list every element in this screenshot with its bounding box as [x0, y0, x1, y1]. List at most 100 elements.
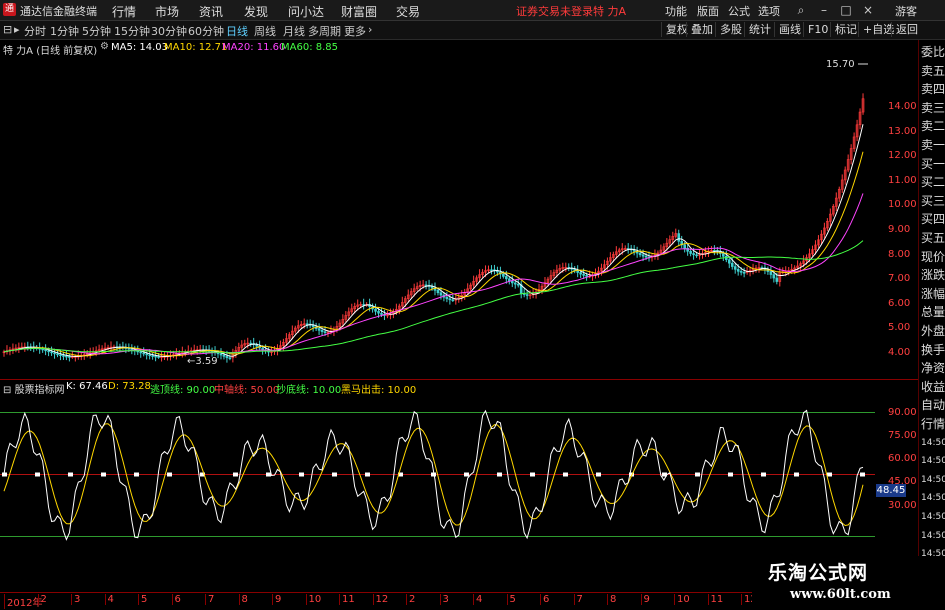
side-panel-item: 买四: [921, 212, 945, 227]
candle-body: [261, 347, 264, 351]
price-chart[interactable]: [0, 40, 875, 378]
close-icon[interactable]: ×: [860, 2, 876, 18]
toolbar-left-arrow-icon[interactable]: ▸: [14, 23, 20, 36]
period-4[interactable]: 15分钟: [114, 23, 150, 39]
side-panel-item: 买二: [921, 175, 945, 190]
menu-wealth[interactable]: 财富圈: [341, 3, 377, 20]
quote-side-panel: 委比 卖五 卖四 卖三 卖二 卖一 买一 买二 买三 买四 买五 现价 涨跌 涨幅 总量 外盘 换手 净资 收益 自动…: [918, 40, 945, 609]
tool-multi-stock[interactable]: 多股: [715, 22, 746, 37]
ma20-line: [3, 193, 864, 355]
period-2[interactable]: 1分钟: [50, 23, 79, 39]
mid-line-dot: [596, 472, 601, 477]
candle-body: [436, 290, 440, 294]
x-axis-label: 7: [573, 594, 583, 605]
menu-layout[interactable]: 版面: [697, 3, 719, 19]
candle-body: [585, 275, 588, 277]
minimize-icon[interactable]: –: [816, 2, 832, 18]
y-axis: 14.00 13.00 12.00 11.00 10.00 9.00 8.00 7.00 6.0…: [875, 40, 918, 592]
tool-draw[interactable]: 画线: [774, 22, 805, 37]
indicator-chart[interactable]: [0, 380, 875, 590]
x-axis-label: 5: [138, 594, 147, 605]
settings-gear-icon[interactable]: ⚙: [100, 41, 109, 52]
candle-body: [68, 356, 71, 358]
d-value: D: 73.28: [108, 381, 151, 392]
side-panel-item: 净资: [921, 361, 945, 376]
menu-market[interactable]: 市场: [155, 3, 179, 20]
tool-f10[interactable]: F10: [803, 22, 832, 37]
indicator-y-tick: 75.00: [888, 429, 917, 441]
period-toolbar: ⊟ ▸ 分时 1分钟 5分钟 15分钟 30分钟 60分钟 日线 周线 月线 多…: [0, 21, 945, 40]
period-5[interactable]: 30分钟: [151, 23, 187, 39]
mid-line-dot: [35, 472, 40, 477]
candle-body: [727, 259, 731, 264]
candle-body: [689, 250, 692, 254]
period-multi[interactable]: 多周期: [308, 23, 341, 39]
candle-body: [775, 277, 779, 282]
candle-body: [53, 352, 56, 355]
indicator-name: ⊟ 股票指标网: [3, 385, 65, 396]
period-weekly[interactable]: 周线: [254, 23, 276, 39]
k-value: K: 67.46: [66, 381, 108, 392]
side-panel-item: 14:50: [921, 512, 945, 522]
menu-news[interactable]: 资讯: [199, 3, 223, 20]
x-axis-label: 4: [473, 594, 482, 605]
period-more[interactable]: 更多: [344, 23, 366, 39]
mid-line-dot: [728, 472, 733, 477]
tool-back[interactable]: 返回: [891, 22, 922, 37]
candle-body: [142, 352, 146, 355]
side-panel-item: 自动: [921, 398, 945, 413]
menu-quotes[interactable]: 行情: [112, 3, 136, 20]
menu-trade[interactable]: 交易: [396, 3, 420, 20]
candle-body: [145, 353, 148, 356]
x-axis-label: 6: [540, 594, 549, 605]
x-axis-label: 6: [171, 594, 181, 605]
menu-discover[interactable]: 发现: [244, 3, 268, 20]
menu-function[interactable]: 功能: [665, 3, 687, 19]
top-line-value: 逃顶线: 90.00: [150, 385, 216, 396]
x-axis-label: 9: [272, 594, 281, 605]
menu-options[interactable]: 选项: [758, 3, 780, 19]
period-3[interactable]: 5分钟: [82, 23, 111, 39]
candle-body: [502, 273, 505, 277]
period-1[interactable]: 分时: [24, 23, 46, 39]
high-price-label: 15.70: [826, 59, 855, 70]
tool-overlay[interactable]: 叠加: [686, 22, 717, 37]
candle-body: [641, 254, 645, 257]
search-icon[interactable]: ⌕: [793, 2, 809, 18]
price-chart-pane[interactable]: 特 力A (日线 前复权) ⚙ MA5: 14.03 MA10: 12.71 M…: [0, 40, 875, 378]
x-axis-label: 2: [37, 594, 47, 605]
price-y-tick: 14.00: [888, 101, 917, 112]
mid-line-dot: [464, 472, 469, 477]
trade-login-warning[interactable]: 证券交易未登录: [516, 3, 593, 19]
mid-line-value: 中轴线: 50.00: [214, 385, 280, 396]
side-panel-item: 14:50: [921, 493, 945, 504]
candle-body: [380, 312, 383, 315]
ma10-legend: MA10: 12.71: [164, 42, 228, 53]
x-axis-label: 8: [607, 594, 616, 605]
toolbar-left-icon[interactable]: ⊟: [3, 23, 12, 36]
guest-label[interactable]: 游客: [895, 3, 917, 19]
side-panel-item: 行情: [921, 417, 945, 431]
candle-body: [490, 269, 493, 272]
title-bar: 通 通达信金融终端 行情 市场 资讯 发现 问小达 财富圈 交易 证券交易未登录…: [0, 0, 945, 21]
tool-mark[interactable]: 标记: [830, 22, 861, 37]
x-axis-label: 8: [238, 594, 248, 605]
side-panel-item: 买三: [921, 193, 945, 208]
menu-formula[interactable]: 公式: [728, 3, 750, 19]
menu-ask[interactable]: 问小达: [288, 3, 324, 20]
side-panel-item: 涨跌: [921, 268, 945, 283]
mid-line-dot: [530, 472, 535, 477]
candle-body: [677, 233, 681, 242]
ma60-legend: MA60: 8.85: [281, 42, 339, 53]
tool-stats[interactable]: 统计: [744, 22, 775, 37]
side-panel-item: 收益: [921, 379, 945, 394]
indicator-pane[interactable]: ⊟ 股票指标网 K: 67.46 D: 73.28 逃顶线: 90.00 中轴线…: [0, 380, 875, 590]
period-daily[interactable]: 日线: [226, 23, 248, 39]
period-6[interactable]: 60分钟: [188, 23, 224, 39]
side-panel-item: 14:50: [921, 474, 945, 485]
maximize-icon[interactable]: □: [838, 2, 854, 18]
more-chevron-icon[interactable]: ›: [368, 23, 372, 36]
mid-line-dot: [563, 472, 568, 477]
period-monthly[interactable]: 月线: [283, 23, 305, 39]
candle-body: [317, 328, 321, 331]
